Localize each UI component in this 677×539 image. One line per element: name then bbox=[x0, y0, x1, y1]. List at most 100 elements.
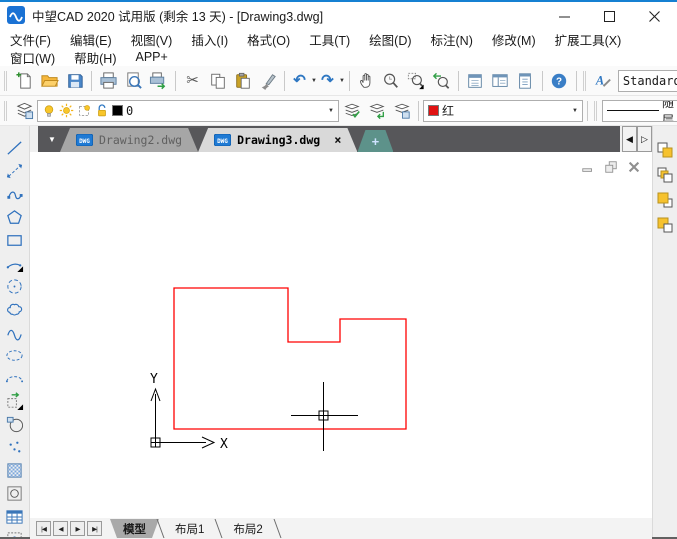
svg-text:DWG: DWG bbox=[79, 138, 90, 145]
layer-combo-dropdown[interactable]: ▼ bbox=[328, 108, 334, 114]
scroll-tabs-right-button[interactable]: ▷ bbox=[637, 126, 652, 152]
design-center-button[interactable] bbox=[488, 68, 513, 94]
polygon-button[interactable] bbox=[4, 207, 26, 227]
construction-line-button[interactable] bbox=[4, 161, 26, 181]
color-combo-dropdown[interactable]: ▼ bbox=[572, 108, 578, 114]
linetype-combo[interactable]: 随层 bbox=[602, 100, 677, 122]
zoom-realtime-button[interactable] bbox=[379, 68, 404, 94]
tab-layout2[interactable]: 布局2 bbox=[220, 519, 275, 538]
ellipse-button[interactable] bbox=[4, 345, 26, 365]
rectangle-button[interactable] bbox=[4, 230, 26, 250]
draw-toolbar: A bbox=[0, 126, 30, 537]
new-doc-tab-button[interactable]: + bbox=[357, 130, 393, 152]
line-button[interactable] bbox=[4, 138, 26, 158]
layer-manager-button[interactable] bbox=[12, 98, 37, 124]
menu-view[interactable]: 视图(V) bbox=[131, 30, 173, 49]
minimize-button[interactable] bbox=[542, 5, 587, 27]
print-button[interactable] bbox=[96, 68, 121, 94]
menu-insert[interactable]: 插入(I) bbox=[191, 30, 228, 49]
properties-palette-button[interactable] bbox=[463, 68, 488, 94]
mtext-button[interactable]: A bbox=[4, 529, 26, 537]
menu-window[interactable]: 窗口(W) bbox=[10, 48, 55, 67]
insert-block-button[interactable] bbox=[4, 391, 26, 411]
save-button[interactable] bbox=[62, 68, 87, 94]
scroll-tabs-left-button[interactable]: ◀ bbox=[622, 126, 637, 152]
doc-tab-drawing2[interactable]: DWG Drawing2.dwg bbox=[60, 128, 198, 152]
send-to-back-button[interactable] bbox=[655, 165, 675, 185]
print-preview-button[interactable] bbox=[121, 68, 146, 94]
make-block-button[interactable] bbox=[4, 414, 26, 434]
tool-palettes-button[interactable] bbox=[513, 68, 538, 94]
cut-button[interactable]: ✂ bbox=[180, 68, 205, 94]
layer-combo[interactable]: 0 ▼ bbox=[37, 100, 339, 122]
doc-tab-drawing3[interactable]: DWG Drawing3.dwg × bbox=[198, 128, 357, 152]
redo-dropdown[interactable]: ▼ bbox=[339, 78, 345, 84]
menu-edit[interactable]: 编辑(E) bbox=[70, 30, 112, 49]
circle-button[interactable] bbox=[4, 276, 26, 296]
undo-button[interactable]: ↶ bbox=[289, 68, 310, 94]
new-file-button[interactable] bbox=[12, 68, 37, 94]
match-properties-button[interactable] bbox=[255, 68, 280, 94]
first-layout-button[interactable]: |◀ bbox=[36, 521, 51, 536]
close-doc-tab-icon[interactable]: × bbox=[334, 133, 341, 147]
text-style-combo[interactable]: Standard bbox=[618, 70, 677, 92]
toolbar-grip[interactable] bbox=[583, 71, 586, 91]
open-file-button[interactable] bbox=[37, 68, 62, 94]
polyline-button[interactable] bbox=[4, 184, 26, 204]
bring-above-button[interactable] bbox=[655, 190, 675, 210]
pan-button[interactable] bbox=[354, 68, 379, 94]
layer-previous-button[interactable] bbox=[364, 98, 389, 124]
layer-states-button[interactable] bbox=[389, 98, 414, 124]
menu-format[interactable]: 格式(O) bbox=[247, 30, 290, 49]
document-tab-bar: ▼ DWG Drawing2.dwg DWG Drawing3.dwg × + … bbox=[30, 126, 652, 152]
menu-app-plus[interactable]: APP+ bbox=[135, 50, 167, 64]
menu-modify[interactable]: 修改(M) bbox=[492, 30, 536, 49]
mdi-minimize-button[interactable] bbox=[580, 160, 596, 174]
menu-dimension[interactable]: 标注(N) bbox=[431, 30, 473, 49]
previous-layout-button[interactable]: ◀ bbox=[53, 521, 68, 536]
menu-file[interactable]: 文件(F) bbox=[10, 30, 51, 49]
next-layout-button[interactable]: ▶ bbox=[70, 521, 85, 536]
redo-button[interactable]: ↷ bbox=[317, 68, 338, 94]
tab-layout1[interactable]: 布局1 bbox=[162, 519, 217, 538]
point-button[interactable] bbox=[4, 437, 26, 457]
make-layer-current-button[interactable] bbox=[339, 98, 364, 124]
help-button[interactable]: ? bbox=[547, 68, 572, 94]
zoom-previous-button[interactable] bbox=[429, 68, 454, 94]
region-button[interactable] bbox=[4, 483, 26, 503]
toolbar-grip[interactable] bbox=[4, 71, 7, 91]
paste-button[interactable] bbox=[230, 68, 255, 94]
text-style-button[interactable]: A bbox=[591, 68, 616, 94]
hatch-button[interactable] bbox=[4, 460, 26, 480]
mdi-restore-button[interactable] bbox=[603, 160, 619, 174]
last-layout-button[interactable]: ▶| bbox=[87, 521, 102, 536]
spline-button[interactable] bbox=[4, 322, 26, 342]
close-button[interactable] bbox=[632, 5, 677, 27]
copy-button[interactable] bbox=[205, 68, 230, 94]
tab-model[interactable]: 模型 bbox=[110, 519, 159, 538]
arc-button[interactable] bbox=[4, 253, 26, 273]
zoom-window-button[interactable] bbox=[404, 68, 429, 94]
maximize-button[interactable] bbox=[587, 5, 632, 27]
menu-tools[interactable]: 工具(T) bbox=[309, 30, 350, 49]
tab-list-dropdown-button[interactable]: ▼ bbox=[44, 130, 60, 148]
color-combo[interactable]: 红 ▼ bbox=[423, 100, 583, 122]
menu-help[interactable]: 帮助(H) bbox=[74, 48, 116, 67]
send-under-button[interactable] bbox=[655, 215, 675, 235]
pan-hand-icon bbox=[358, 72, 375, 89]
menu-express-tools[interactable]: 扩展工具(X) bbox=[555, 30, 622, 49]
mdi-close-button[interactable] bbox=[626, 160, 642, 174]
drawing-viewport[interactable]: Y X bbox=[30, 152, 652, 518]
drawn-polyline-shape[interactable] bbox=[174, 288, 406, 429]
drawing-canvas[interactable]: Y X bbox=[30, 152, 652, 518]
toolbar-grip[interactable] bbox=[4, 101, 7, 121]
plot-button[interactable] bbox=[146, 68, 171, 94]
ellipse-arc-button[interactable] bbox=[4, 368, 26, 388]
layer-manager-icon bbox=[15, 101, 34, 120]
toolbar-grip[interactable] bbox=[594, 101, 597, 121]
table-button[interactable] bbox=[4, 506, 26, 526]
bring-to-front-button[interactable] bbox=[655, 140, 675, 160]
menu-draw[interactable]: 绘图(D) bbox=[369, 30, 411, 49]
revision-cloud-button[interactable] bbox=[4, 299, 26, 319]
insert-block-icon bbox=[5, 392, 24, 411]
